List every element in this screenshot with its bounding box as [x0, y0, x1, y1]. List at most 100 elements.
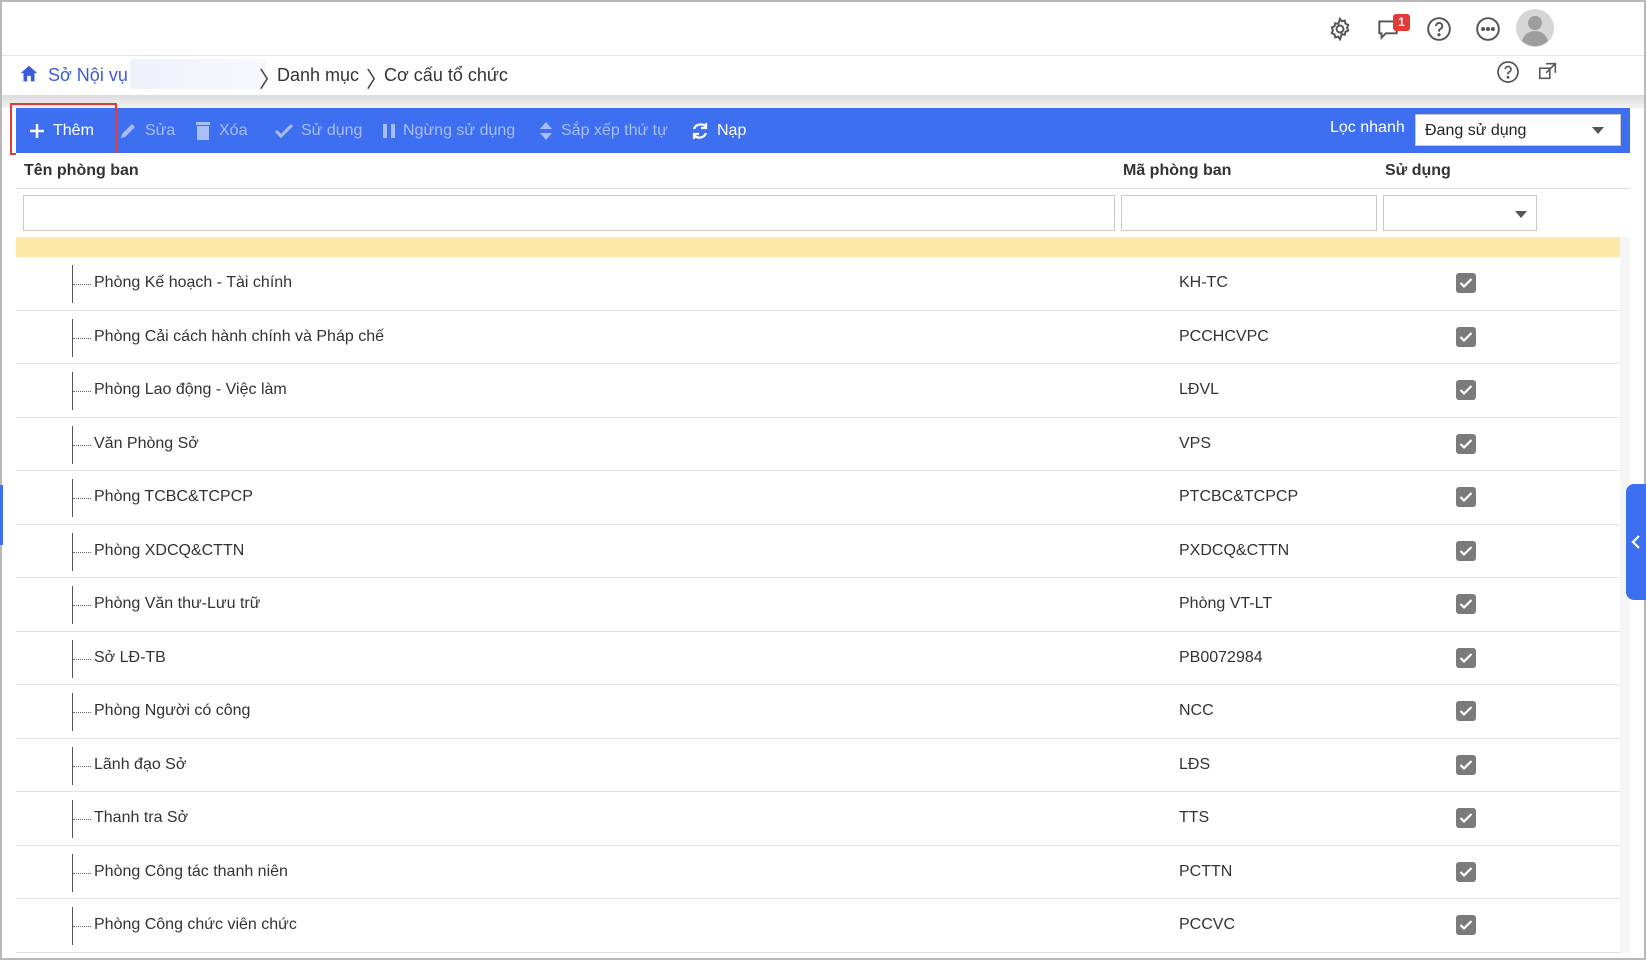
- home-icon[interactable]: [18, 63, 40, 90]
- department-name: Phòng Người có công: [94, 702, 251, 719]
- name-filter-input[interactable]: [23, 195, 1115, 231]
- check-icon: [1459, 866, 1473, 877]
- department-name: Phòng Công chức viên chức: [94, 916, 297, 933]
- breadcrumb-item-danh-muc[interactable]: Danh mục: [277, 65, 359, 86]
- table-row[interactable]: Phòng Lao động - Việc làm LĐVL: [16, 364, 1620, 418]
- code-filter-input[interactable]: [1121, 195, 1377, 231]
- table-row[interactable]: Phòng Văn thư-Lưu trữ Phòng VT-LT: [16, 578, 1620, 632]
- department-code: KH-TC: [1179, 274, 1228, 291]
- table-row[interactable]: Thanh tra Sở TTS: [16, 792, 1620, 846]
- department-code: LĐS: [1179, 755, 1211, 773]
- header-shadow: [2, 95, 1644, 108]
- department-code: TTS: [1179, 809, 1210, 826]
- in-use-checkbox[interactable]: [1456, 915, 1476, 935]
- reload-button[interactable]: Nạp: [690, 108, 746, 153]
- column-header-in-use[interactable]: Sử dụng: [1385, 162, 1451, 180]
- left-accent-bar: [0, 485, 3, 545]
- table-row[interactable]: Phòng Kế hoạch - Tài chính KH-TC: [16, 257, 1620, 311]
- column-header-name[interactable]: Tên phòng ban: [24, 162, 139, 180]
- in-use-checkbox[interactable]: [1456, 594, 1476, 614]
- stop-use-button[interactable]: Ngừng sử dụng: [382, 108, 515, 153]
- department-name: Phòng Lao động - Việc làm: [94, 381, 287, 398]
- table-row[interactable]: Phòng Người có công NCC: [16, 685, 1620, 739]
- notification-badge: 1: [1393, 14, 1410, 31]
- department-name: Phòng Văn thư-Lưu trữ: [94, 595, 261, 612]
- tree-connector: [73, 284, 91, 285]
- department-code: PTCBC&TCPCP: [1179, 488, 1299, 505]
- department-name: Phòng Công tác thanh niên: [94, 862, 288, 880]
- quick-filter-select[interactable]: Đang sử dụng: [1415, 114, 1621, 146]
- breadcrumb-item-co-cau: Cơ cấu tổ chức: [384, 65, 508, 85]
- avatar[interactable]: [1515, 8, 1555, 48]
- delete-button[interactable]: Xóa: [194, 108, 247, 153]
- in-use-checkbox[interactable]: [1456, 701, 1476, 721]
- department-name: Lãnh đạo Sở: [94, 755, 187, 773]
- check-icon: [1459, 599, 1473, 610]
- department-name: Phòng Cải cách hành chính và Pháp chế: [94, 327, 384, 345]
- table-row[interactable]: Phòng Công tác thanh niên PCTTN: [16, 845, 1620, 899]
- department-code: PCCHCVPC: [1179, 327, 1269, 345]
- selected-parent-row[interactable]: [16, 237, 1620, 257]
- check-icon: [1459, 759, 1473, 770]
- breadcrumb: Sở Nội vụ 〉 Danh mục 〉 Cơ cấu tổ chức: [2, 57, 1644, 95]
- in-use-checkbox[interactable]: [1456, 808, 1476, 828]
- department-name: Phòng XDCQ&CTTN: [94, 541, 245, 559]
- page-help-icon[interactable]: [1496, 60, 1520, 89]
- department-name: Phòng TCBC&TCPCP: [94, 488, 253, 505]
- edit-button[interactable]: Sửa: [118, 108, 175, 153]
- tree-connector: [73, 444, 91, 446]
- chat-icon[interactable]: 1: [1370, 11, 1410, 47]
- department-name: Phòng Kế hoạch - Tài chính: [94, 274, 293, 291]
- help-icon[interactable]: [1421, 11, 1457, 47]
- use-button[interactable]: Sử dụng: [274, 108, 362, 153]
- tree-connector: [73, 926, 91, 927]
- tree-connector: [73, 658, 91, 660]
- tree-connector: [73, 551, 91, 553]
- table-row[interactable]: Phòng XDCQ&CTTN PXDCQ&CTTN: [16, 524, 1620, 578]
- in-use-checkbox[interactable]: [1456, 273, 1476, 293]
- tree-connector: [73, 819, 91, 820]
- table-row[interactable]: Phòng Công chức viên chức PCCVC: [16, 899, 1620, 953]
- in-use-checkbox[interactable]: [1456, 861, 1476, 882]
- in-use-checkbox[interactable]: [1456, 487, 1476, 507]
- table-row[interactable]: Văn Phòng Sở VPS: [16, 417, 1620, 471]
- in-use-checkbox[interactable]: [1456, 540, 1476, 561]
- in-use-checkbox[interactable]: [1456, 326, 1476, 347]
- tree-connector: [73, 765, 91, 767]
- settings-icon[interactable]: [1322, 11, 1358, 47]
- check-icon: [1459, 813, 1473, 824]
- department-name: Văn Phòng Sở: [94, 434, 199, 452]
- in-use-checkbox[interactable]: [1456, 754, 1476, 775]
- check-icon: [1459, 438, 1473, 449]
- in-use-filter-select[interactable]: [1383, 195, 1537, 231]
- in-use-checkbox[interactable]: [1456, 433, 1476, 454]
- sort-order-button[interactable]: Sắp xếp thứ tự: [538, 108, 668, 153]
- popout-icon[interactable]: [1537, 60, 1559, 87]
- check-icon: [1459, 492, 1473, 503]
- check-icon: [1459, 385, 1473, 396]
- in-use-checkbox[interactable]: [1456, 647, 1476, 668]
- table-row[interactable]: Sở LĐ-TB PB0072984: [16, 631, 1620, 685]
- table-row[interactable]: Phòng TCBC&TCPCP PTCBC&TCPCP: [16, 471, 1620, 525]
- table-row[interactable]: Phòng Cải cách hành chính và Pháp chế PCC…: [16, 310, 1620, 364]
- more-icon[interactable]: [1470, 11, 1506, 47]
- breadcrumb-home[interactable]: Sở Nội vụ: [48, 65, 128, 86]
- chevron-left-icon: [1631, 535, 1640, 549]
- table-header: Tên phòng ban Mã phòng ban Sử dụng: [16, 153, 1630, 189]
- department-code: PCTTN: [1179, 862, 1233, 880]
- table-row[interactable]: Lãnh đạo Sở LĐS: [16, 738, 1620, 792]
- column-header-code[interactable]: Mã phòng ban: [1123, 162, 1231, 180]
- tree-connector: [73, 605, 91, 606]
- collapse-panel-button[interactable]: [1626, 484, 1646, 600]
- department-code: Phòng VT-LT: [1179, 595, 1273, 612]
- table-body: Phòng Kế hoạch - Tài chính KH-TC Phòng Cải…: [16, 237, 1620, 953]
- check-icon: [1459, 278, 1473, 289]
- department-code: NCC: [1179, 702, 1214, 719]
- department-code: PXDCQ&CTTN: [1179, 541, 1290, 559]
- top-bar: 1: [2, 2, 1644, 56]
- sort-icon: [540, 121, 552, 140]
- department-code: LĐVL: [1179, 381, 1220, 398]
- refresh-icon: [692, 122, 708, 139]
- in-use-checkbox[interactable]: [1456, 380, 1476, 400]
- check-icon: [1459, 706, 1473, 717]
